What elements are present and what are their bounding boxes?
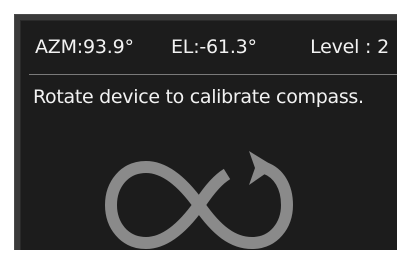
calibration-screen: AZM:93.9° EL:-61.3° Level : 2 Rotate dev… bbox=[20, 20, 397, 250]
azimuth-readout: AZM:93.9° bbox=[35, 36, 134, 58]
device-frame: AZM:93.9° EL:-61.3° Level : 2 Rotate dev… bbox=[0, 0, 399, 250]
level-indicator: Level : 2 bbox=[310, 36, 389, 58]
calibration-instruction: Rotate device to calibrate compass. bbox=[33, 86, 364, 108]
elevation-readout: EL:-61.3° bbox=[171, 36, 257, 58]
arrowhead-icon bbox=[249, 151, 275, 185]
device-screen-bezel: AZM:93.9° EL:-61.3° Level : 2 Rotate dev… bbox=[14, 14, 397, 250]
figure-eight-calibration-icon bbox=[105, 151, 293, 249]
status-bar: AZM:93.9° EL:-61.3° Level : 2 bbox=[21, 36, 397, 66]
header-divider bbox=[29, 74, 397, 75]
